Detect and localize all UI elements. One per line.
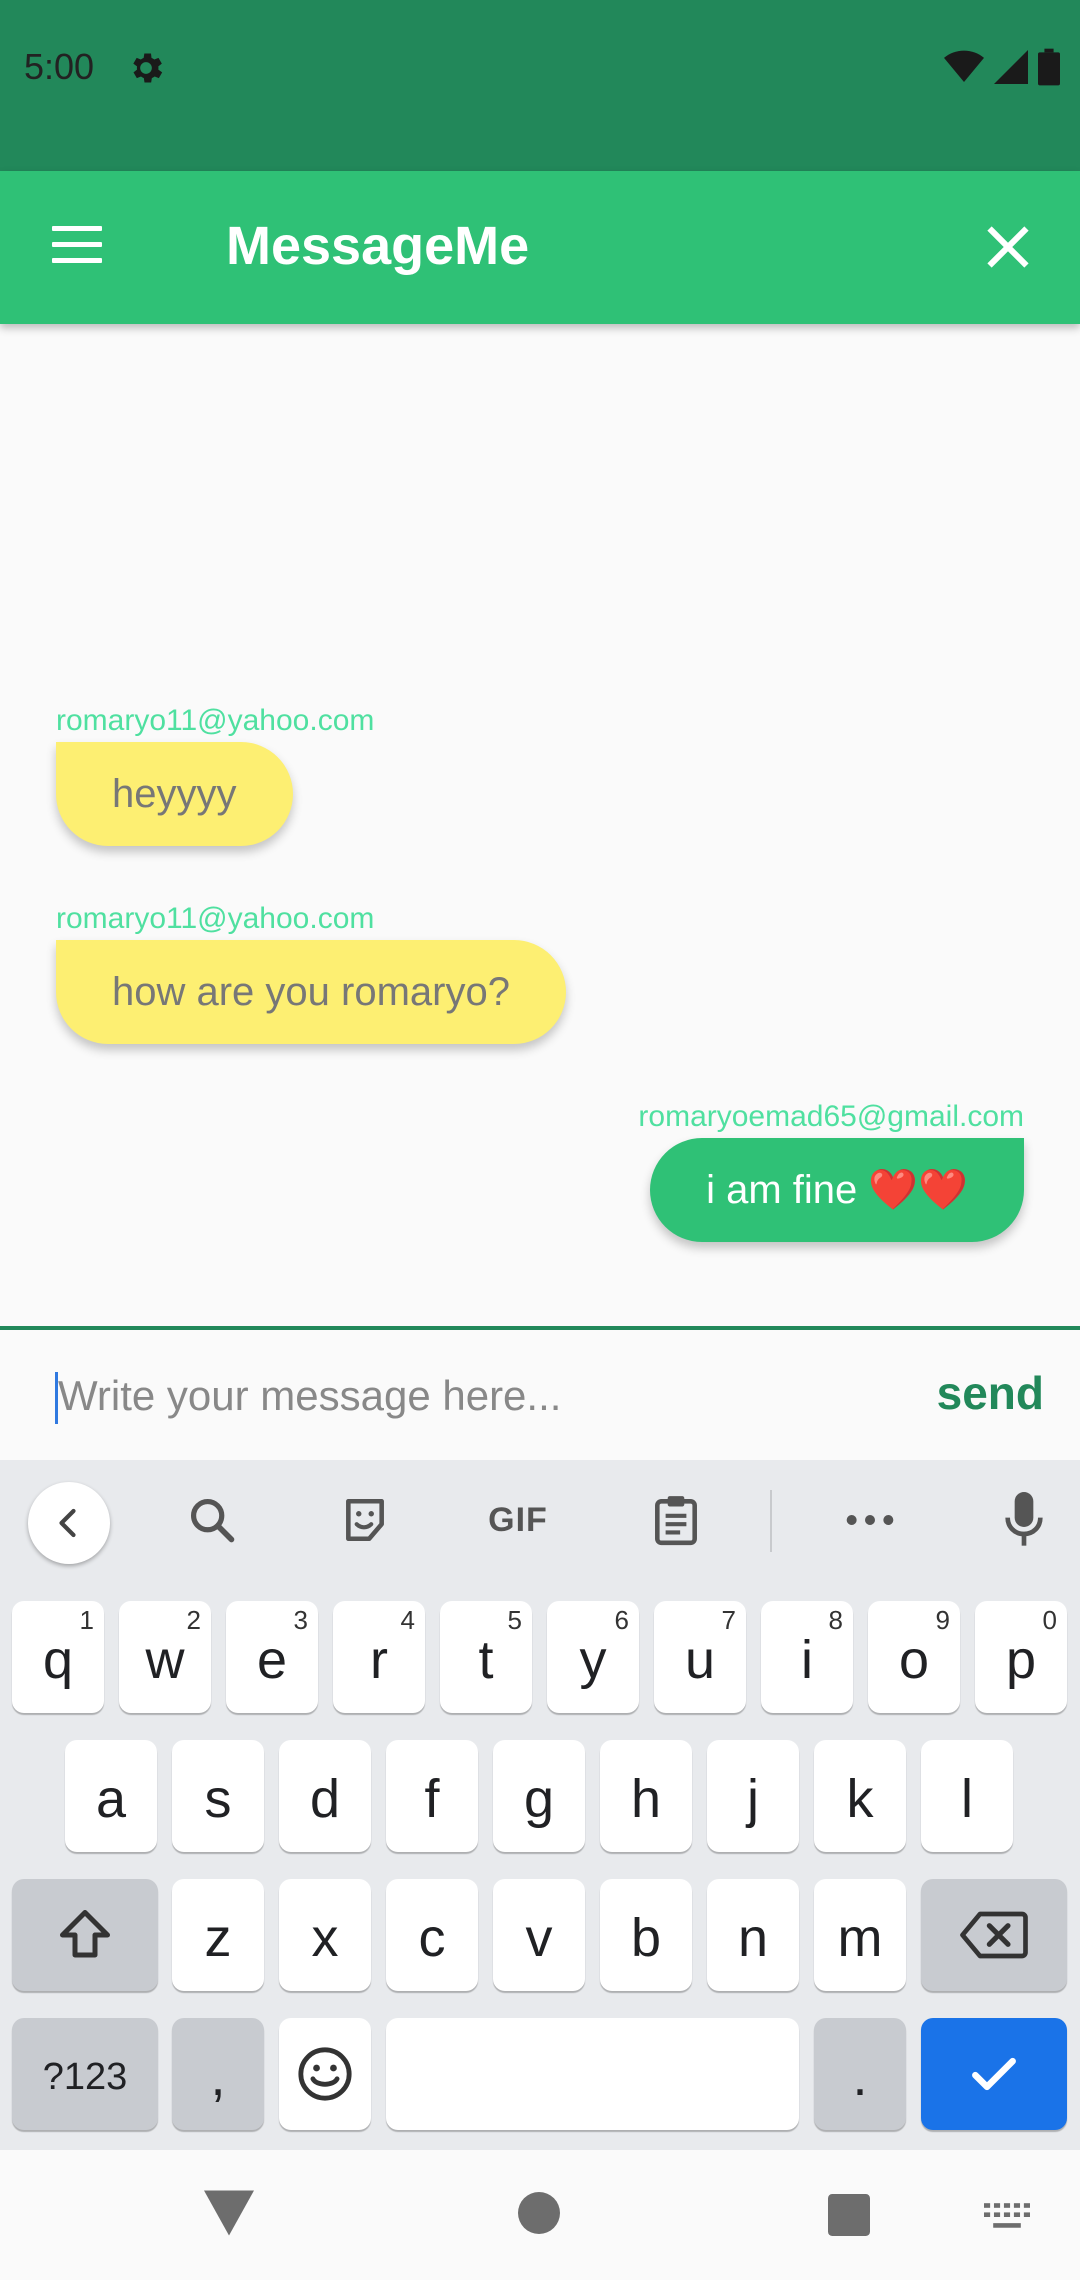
status-icons	[944, 48, 1060, 86]
message-bubble-incoming: how are you romaryo?	[56, 940, 566, 1044]
key-x[interactable]: x	[279, 1879, 371, 1991]
key-b[interactable]: b	[600, 1879, 692, 1991]
sticker-icon	[346, 1498, 384, 1542]
toolbar-back-button[interactable]	[28, 1482, 110, 1564]
key-d[interactable]: d	[279, 1740, 371, 1852]
back-triangle-icon[interactable]	[204, 2190, 254, 2236]
key-q[interactable]: 1q	[12, 1601, 104, 1713]
chevron-left-icon	[59, 1508, 76, 1538]
message-bubble-incoming: heyyyy	[56, 742, 293, 846]
keyboard-sticker-button[interactable]	[325, 1484, 405, 1556]
emoji-key[interactable]	[279, 2018, 371, 2130]
message-sender: romaryo11@yahoo.com	[56, 704, 375, 737]
key-w[interactable]: 2w	[119, 1601, 211, 1713]
send-button[interactable]: send	[937, 1366, 1044, 1420]
key-j[interactable]: j	[707, 1740, 799, 1852]
home-circle-icon[interactable]	[518, 2192, 560, 2234]
gif-label: GIF	[488, 1500, 548, 1539]
microphone-icon	[1005, 1492, 1043, 1546]
backspace-key[interactable]	[921, 1879, 1067, 1991]
key-v[interactable]: v	[493, 1879, 585, 1991]
key-h[interactable]: h	[600, 1740, 692, 1852]
key-u[interactable]: 7u	[654, 1601, 746, 1713]
close-icon[interactable]	[980, 219, 1036, 275]
key-p[interactable]: 0p	[975, 1601, 1067, 1713]
key-r[interactable]: 4r	[333, 1601, 425, 1713]
settings-gear-icon	[133, 53, 163, 83]
key-i[interactable]: 8i	[761, 1601, 853, 1713]
key-e[interactable]: 3e	[226, 1601, 318, 1713]
keyboard-gif-button[interactable]: GIF	[478, 1484, 558, 1556]
emoji-smiley-icon	[298, 2047, 352, 2101]
key-f[interactable]: f	[386, 1740, 478, 1852]
symbols-key[interactable]: ?123	[12, 2018, 158, 2130]
comma-key[interactable]: ,	[172, 2018, 264, 2130]
app-bar: MessageMe	[0, 171, 1080, 324]
keyboard-more-button[interactable]	[830, 1484, 910, 1556]
recents-square-icon[interactable]	[828, 2194, 870, 2236]
key-o[interactable]: 9o	[868, 1601, 960, 1713]
period-key[interactable]: .	[814, 2018, 906, 2130]
message-composer: send	[0, 1330, 1080, 1460]
message-bubble-outgoing: i am fine ❤️❤️	[650, 1138, 1024, 1242]
text-cursor	[55, 1372, 58, 1424]
enter-key[interactable]	[921, 2018, 1067, 2130]
keyboard-toolbar: GIF	[0, 1460, 1080, 1580]
status-bar: 5:00	[0, 0, 1080, 171]
status-time: 5:00	[24, 46, 95, 87]
search-icon	[190, 1498, 235, 1543]
shift-key[interactable]	[12, 1879, 158, 1991]
hamburger-menu-icon[interactable]	[52, 226, 102, 266]
keyboard-clipboard-button[interactable]	[636, 1484, 716, 1556]
backspace-icon	[960, 1911, 1028, 1959]
soft-keyboard: GIF 1q 2w 3e 4r 5t 6 y 7 u 8 i 9 o 0 p a…	[0, 1460, 1080, 2150]
keyboard-switch-icon[interactable]	[984, 2202, 1030, 2232]
message-list[interactable]: romaryo11@yahoo.com heyyyy romaryo11@yah…	[0, 324, 1080, 1324]
toolbar-separator	[770, 1490, 772, 1552]
message-input[interactable]	[58, 1354, 898, 1438]
key-s[interactable]: s	[172, 1740, 264, 1852]
battery-icon	[1038, 48, 1060, 86]
navigation-bar	[0, 2150, 1080, 2280]
key-n[interactable]: n	[707, 1879, 799, 1991]
message-sender: romaryoemad65@gmail.com	[638, 1100, 1024, 1133]
keyboard-voice-button[interactable]	[984, 1484, 1064, 1556]
key-y[interactable]: 6y	[547, 1601, 639, 1713]
app-title: MessageMe	[226, 216, 530, 276]
key-c[interactable]: c	[386, 1879, 478, 1991]
key-a[interactable]: a	[65, 1740, 157, 1852]
shift-arrow-icon	[60, 1910, 110, 1958]
cell-signal-icon	[994, 50, 1028, 84]
key-m[interactable]: m	[814, 1879, 906, 1991]
message-sender: romaryo11@yahoo.com	[56, 902, 375, 935]
key-z[interactable]: z	[172, 1879, 264, 1991]
key-g[interactable]: g	[493, 1740, 585, 1852]
key-k[interactable]: k	[814, 1740, 906, 1852]
key-t[interactable]: 5t	[440, 1601, 532, 1713]
wifi-icon	[944, 50, 984, 82]
checkmark-icon	[972, 2057, 1016, 2091]
key-l[interactable]: l	[921, 1740, 1013, 1852]
keyboard-search-button[interactable]	[172, 1484, 252, 1556]
space-key[interactable]	[386, 2018, 799, 2130]
clipboard-icon	[655, 1496, 697, 1546]
more-dots-icon	[846, 1515, 894, 1525]
